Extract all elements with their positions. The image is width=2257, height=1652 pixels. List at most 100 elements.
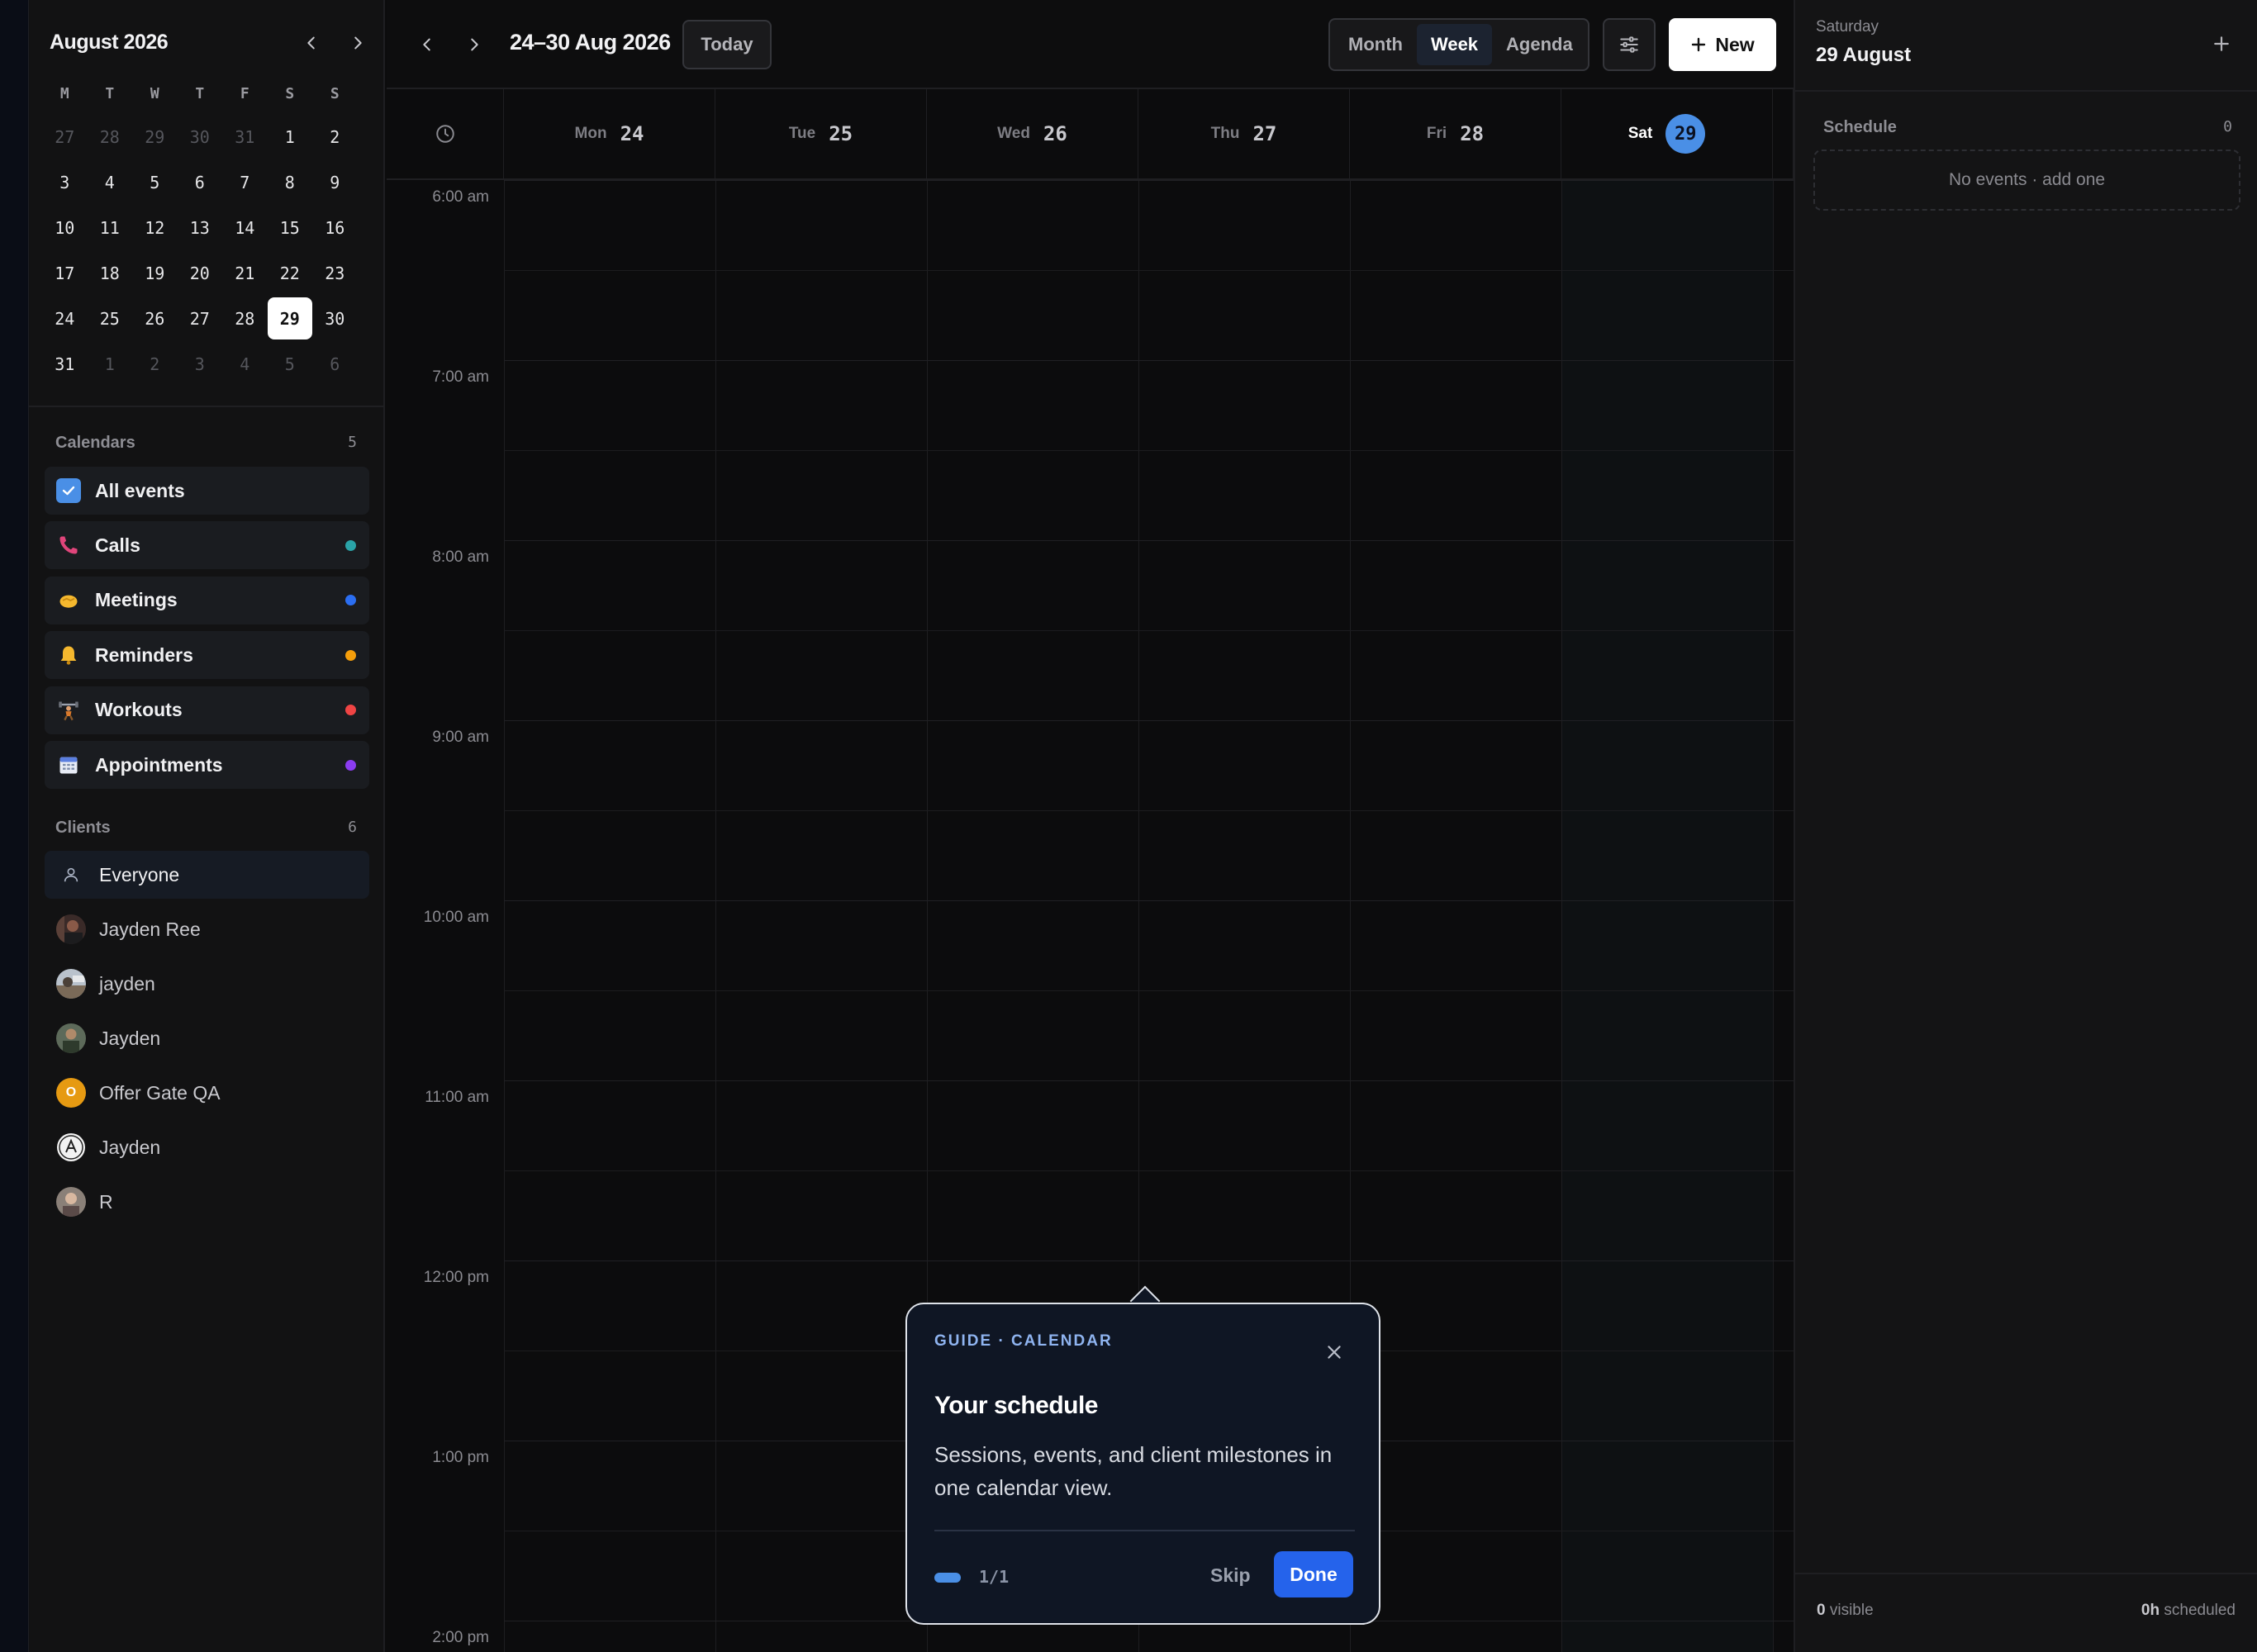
mini-calendar-day[interactable]: 7 bbox=[222, 161, 268, 203]
day-header[interactable]: Tue 25 bbox=[715, 89, 927, 180]
mini-calendar-day-selected[interactable]: 29 bbox=[267, 297, 312, 339]
day-header[interactable]: Thu 27 bbox=[1138, 89, 1350, 180]
mini-calendar-next-button[interactable] bbox=[341, 26, 374, 59]
day-header[interactable]: Wed 26 bbox=[927, 89, 1138, 180]
mini-calendar-day[interactable]: 20 bbox=[178, 252, 223, 294]
guide-done-button[interactable]: Done bbox=[1274, 1551, 1353, 1597]
mini-calendar-day[interactable]: 4 bbox=[222, 343, 268, 385]
client-item[interactable]: Jayden bbox=[45, 1123, 369, 1171]
client-filter-everyone[interactable]: Everyone bbox=[45, 851, 369, 899]
bell-icon bbox=[55, 642, 82, 668]
mini-calendar-day[interactable]: 18 bbox=[88, 252, 133, 294]
calendar-item[interactable]: Reminders bbox=[45, 631, 369, 680]
mini-calendar-day[interactable]: 1 bbox=[268, 116, 313, 158]
mini-calendar-day[interactable]: 16 bbox=[312, 206, 358, 249]
time-label: 7:00 am bbox=[432, 368, 489, 386]
view-agenda-button[interactable]: Agenda bbox=[1492, 24, 1587, 65]
mini-calendar-day[interactable]: 12 bbox=[132, 206, 178, 249]
calendar-item[interactable]: Calls bbox=[45, 521, 369, 570]
visible-label: visible bbox=[1829, 1602, 1874, 1619]
mini-calendar-day[interactable]: 11 bbox=[88, 206, 133, 249]
client-item[interactable]: O Offer Gate QA bbox=[45, 1069, 369, 1117]
client-item[interactable]: R bbox=[45, 1178, 369, 1226]
next-week-button[interactable] bbox=[458, 28, 491, 61]
prev-week-button[interactable] bbox=[411, 28, 444, 61]
calendar-item-label: Reminders bbox=[95, 643, 193, 666]
mini-calendar-title: August 2026 bbox=[50, 31, 169, 54]
view-week-button[interactable]: Week bbox=[1416, 24, 1493, 65]
mini-calendar-day[interactable]: 2 bbox=[132, 343, 178, 385]
client-name: Offer Gate QA bbox=[99, 1081, 221, 1104]
mini-calendar-day[interactable]: 9 bbox=[312, 161, 358, 203]
mini-calendar-day[interactable]: 15 bbox=[268, 206, 313, 249]
mini-calendar-day[interactable]: 5 bbox=[132, 161, 178, 203]
view-month-button[interactable]: Month bbox=[1334, 24, 1417, 65]
calendar-item[interactable]: Workouts bbox=[45, 686, 369, 734]
mini-calendar-day[interactable]: 2 bbox=[312, 116, 358, 158]
mini-calendar-day[interactable]: 10 bbox=[42, 206, 88, 249]
calendar-item[interactable]: Appointments bbox=[45, 741, 369, 789]
mini-calendar-day[interactable]: 31 bbox=[222, 116, 268, 158]
mini-calendar-day[interactable]: 17 bbox=[42, 252, 88, 294]
weekday-label: F bbox=[240, 84, 249, 102]
mini-calendar-day[interactable]: 22 bbox=[268, 252, 313, 294]
today-button[interactable]: Today bbox=[682, 20, 772, 69]
mini-calendar-day[interactable]: 29 bbox=[132, 116, 178, 158]
weekday-label: T bbox=[105, 84, 115, 102]
mini-calendar-day[interactable]: 13 bbox=[178, 206, 223, 249]
mini-calendar-day[interactable]: 25 bbox=[88, 297, 133, 339]
calendar-item[interactable]: All events bbox=[45, 467, 369, 515]
mini-calendar-day[interactable]: 6 bbox=[312, 343, 358, 385]
mini-calendar-day[interactable]: 28 bbox=[88, 116, 133, 158]
guide-step-counter: 1/1 bbox=[979, 1567, 1010, 1587]
mini-calendar-prev-button[interactable] bbox=[295, 26, 328, 59]
mini-calendar-day[interactable]: 19 bbox=[132, 252, 178, 294]
filter-button[interactable] bbox=[1603, 18, 1656, 71]
mini-calendar-week: 27 28 29 30 31 1 2 bbox=[42, 114, 358, 159]
day-header[interactable]: Fri 28 bbox=[1350, 89, 1561, 180]
mini-calendar-day[interactable]: 30 bbox=[178, 116, 223, 158]
mini-calendar-day[interactable]: 8 bbox=[268, 161, 313, 203]
guide-skip-button[interactable]: Skip bbox=[1210, 1564, 1251, 1587]
mini-calendar-day[interactable]: 3 bbox=[42, 161, 88, 203]
mini-calendar-day[interactable]: 21 bbox=[222, 252, 268, 294]
client-item[interactable]: jayden bbox=[45, 960, 369, 1008]
avatar bbox=[56, 914, 86, 944]
mini-calendar-day[interactable]: 23 bbox=[312, 252, 358, 294]
mini-calendar-day[interactable]: 1 bbox=[88, 343, 133, 385]
add-event-button[interactable] bbox=[2209, 31, 2234, 56]
empty-schedule-add[interactable]: No events · add one bbox=[1813, 150, 2240, 211]
mini-calendar-day[interactable]: 24 bbox=[42, 297, 88, 339]
mini-calendar-day[interactable]: 31 bbox=[42, 343, 88, 385]
guide-body: Sessions, events, and client milestones … bbox=[934, 1442, 1333, 1500]
mini-calendar-day[interactable]: 4 bbox=[88, 161, 133, 203]
day-number: 24 bbox=[620, 122, 644, 145]
client-name: R bbox=[99, 1190, 113, 1213]
day-name: Thu bbox=[1210, 125, 1240, 142]
client-item[interactable]: Jayden bbox=[45, 1014, 369, 1062]
day-detail-panel: Saturday 29 August Schedule 0 No events … bbox=[1794, 0, 2257, 1652]
client-item[interactable]: Jayden Ree bbox=[45, 905, 369, 953]
calendar-item[interactable]: Meetings bbox=[45, 576, 369, 624]
mini-calendar-day[interactable]: 27 bbox=[42, 116, 88, 158]
mini-calendar-day[interactable]: 27 bbox=[178, 297, 223, 339]
calendar-item-label: Appointments bbox=[95, 753, 223, 776]
mini-calendar-day[interactable]: 26 bbox=[132, 297, 178, 339]
new-event-button[interactable]: New bbox=[1669, 18, 1776, 71]
day-header[interactable]: Sat 29 bbox=[1561, 89, 1773, 180]
mini-calendar-grid: MTWTFSS 27 28 29 30 31 1 2 3 4 5 6 7 8 9 10 11 12 13 14 15 1… bbox=[42, 81, 358, 387]
mini-calendar-day[interactable]: 14 bbox=[222, 206, 268, 249]
chevron-right-icon bbox=[471, 38, 478, 51]
mini-calendar-day[interactable]: 6 bbox=[178, 161, 223, 203]
day-name: Mon bbox=[574, 125, 607, 142]
day-name: Fri bbox=[1426, 125, 1447, 142]
selected-weekday: Saturday bbox=[1816, 18, 1879, 36]
day-header[interactable]: Mon 24 bbox=[504, 89, 715, 180]
mini-calendar-day[interactable]: 5 bbox=[268, 343, 313, 385]
guide-close-button[interactable] bbox=[1323, 1341, 1346, 1364]
mini-calendar-day[interactable]: 28 bbox=[222, 297, 268, 339]
mini-calendar-day[interactable]: 30 bbox=[312, 297, 358, 339]
mini-calendar-day[interactable]: 3 bbox=[178, 343, 223, 385]
calendar-icon bbox=[55, 752, 82, 778]
close-icon bbox=[1328, 1346, 1341, 1359]
